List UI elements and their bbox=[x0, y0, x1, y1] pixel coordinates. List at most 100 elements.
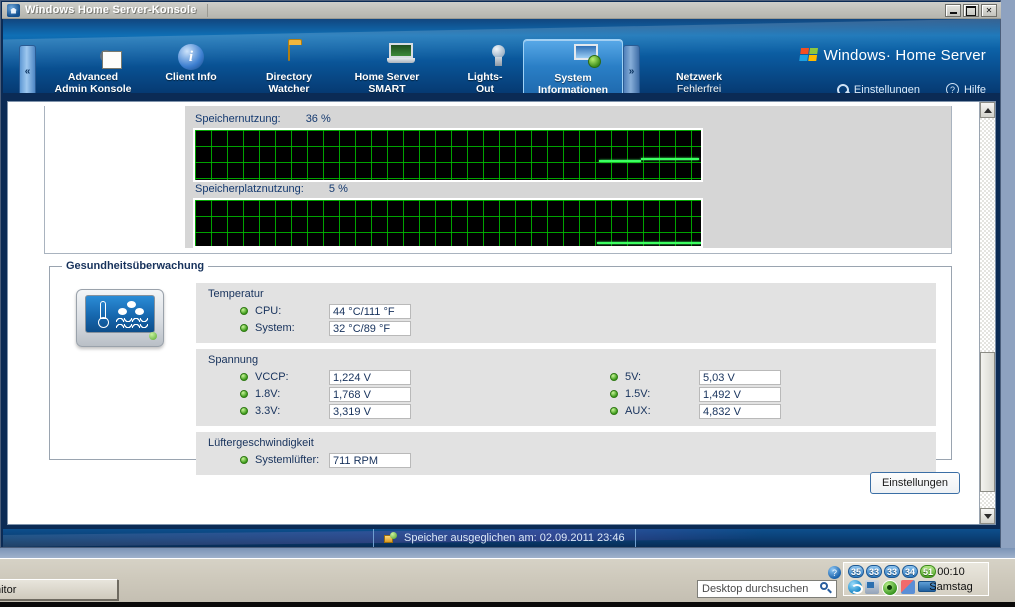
memory-usage-value: 36 % bbox=[306, 113, 331, 125]
status-led-icon bbox=[610, 407, 618, 415]
chevron-right-icon: » bbox=[629, 66, 635, 77]
status-led-icon bbox=[240, 307, 248, 315]
sync-icon[interactable] bbox=[848, 580, 862, 594]
application-window: Windows Home Server-Konsole ✕ « » Advanc… bbox=[0, 0, 1001, 548]
status-led-icon bbox=[610, 390, 618, 398]
scrollbar-thumb[interactable] bbox=[980, 352, 995, 492]
help-link[interactable]: ? Hilfe bbox=[946, 83, 986, 93]
question-icon: ? bbox=[946, 83, 959, 93]
section-column-left: VCCP: 1,224 V 1.8V: 1,768 V bbox=[196, 369, 566, 420]
status-storage-cell: Speicher ausgeglichen am: 02.09.2011 23:… bbox=[373, 529, 636, 547]
minimize-button[interactable] bbox=[945, 4, 961, 17]
health-row-value: 1,224 V bbox=[329, 370, 411, 385]
search-placeholder: Desktop durchsuchen bbox=[698, 583, 818, 595]
health-row-label: 1.8V: bbox=[255, 388, 329, 400]
main-toolbar: « » Advanced Admin Konsole i Client Info… bbox=[3, 19, 1000, 93]
chart-grid bbox=[195, 130, 701, 180]
network-icon[interactable] bbox=[865, 580, 879, 594]
scroll-down-button[interactable] bbox=[980, 508, 995, 524]
taskbar-clock[interactable]: 00:10 Samstag bbox=[920, 565, 982, 595]
health-row-label: Systemlüfter: bbox=[255, 454, 329, 466]
health-row-label: VCCP: bbox=[255, 371, 329, 383]
chart-trace bbox=[641, 158, 699, 160]
health-section-temperatur: Temperatur CPU: 44 °C/111 °F bbox=[196, 283, 936, 343]
windows-flag-icon bbox=[799, 48, 819, 63]
toolbar-item-label: Netzwerk bbox=[676, 72, 722, 84]
status-led-icon bbox=[240, 407, 248, 415]
status-led bbox=[149, 332, 157, 340]
collapse-right-button[interactable]: » bbox=[623, 45, 640, 93]
shield-check-icon bbox=[684, 43, 714, 71]
desktop-search-box[interactable]: Desktop durchsuchen bbox=[697, 580, 837, 598]
toolbar-links: Einstellungen ? Hilfe bbox=[837, 83, 986, 93]
scroll-pane: Speichernutzung: 36 % Speicherplatznutzu… bbox=[8, 102, 980, 524]
status-led-icon bbox=[610, 373, 618, 381]
health-monitor-icon bbox=[76, 289, 164, 347]
taskbar-task-button[interactable]: us Monitor bbox=[0, 579, 118, 600]
toolbar-item-label: Home Server bbox=[355, 72, 420, 84]
chevron-left-icon: « bbox=[25, 66, 31, 77]
tray-badge[interactable]: 35 bbox=[848, 565, 864, 578]
screen-bottom-edge bbox=[0, 602, 1015, 607]
health-row: CPU: 44 °C/111 °F bbox=[196, 303, 566, 319]
vertical-scrollbar[interactable] bbox=[979, 102, 995, 524]
toolbar-item-client-info[interactable]: i Client Info bbox=[141, 41, 241, 93]
toolbar-item-advanced-admin-konsole[interactable]: Advanced Admin Konsole bbox=[43, 41, 143, 93]
toolbar-item-home-server-smart[interactable]: Home Server SMART bbox=[337, 41, 437, 93]
memory-usage-chart bbox=[193, 128, 703, 182]
health-section-luftergeschwindigkeit: Lüftergeschwindigkeit Systemlüfter: 711 … bbox=[196, 432, 936, 475]
tray-badge[interactable]: 34 bbox=[902, 565, 918, 578]
laptop-icon bbox=[372, 43, 402, 71]
magnifier-icon[interactable] bbox=[818, 581, 834, 597]
toolbar-item-label-2: Fehlerfrei bbox=[677, 84, 721, 94]
toolbar-item-label-2: Admin Konsole bbox=[54, 84, 131, 94]
health-section-spannung: Spannung VCCP: 1,224 V 1.8V: bbox=[196, 349, 936, 426]
graphs-container: Speichernutzung: 36 % Speicherplatznutzu… bbox=[185, 106, 951, 248]
multi-color-icon[interactable] bbox=[901, 580, 915, 594]
settings-link[interactable]: Einstellungen bbox=[837, 84, 920, 94]
maximize-button[interactable] bbox=[963, 4, 979, 17]
close-button[interactable]: ✕ bbox=[981, 4, 997, 17]
toolbar-item-label: Advanced bbox=[68, 72, 118, 84]
arrow-up-icon bbox=[984, 108, 992, 113]
section-title: Temperatur bbox=[208, 288, 936, 300]
health-row-label: CPU: bbox=[255, 305, 329, 317]
health-row-value: 44 °C/111 °F bbox=[329, 304, 411, 319]
health-row: System: 32 °C/89 °F bbox=[196, 320, 566, 336]
toolbar-item-netzwerk[interactable]: Netzwerk Fehlerfrei bbox=[649, 41, 749, 93]
shield-green-icon[interactable] bbox=[882, 580, 898, 596]
toolbar-item-label-2: Watcher bbox=[268, 84, 309, 94]
health-row: VCCP: 1,224 V bbox=[196, 369, 566, 385]
section-title: Lüftergeschwindigkeit bbox=[208, 437, 936, 449]
toolbar-item-lights-out[interactable]: Lights- Out bbox=[435, 41, 535, 93]
gear-checklist-icon bbox=[78, 43, 108, 71]
lightbulb-icon bbox=[470, 43, 500, 71]
brand-logo: Windows· Home Server bbox=[800, 47, 986, 64]
content-area: Speichernutzung: 36 % Speicherplatznutzu… bbox=[7, 101, 996, 525]
title-separator bbox=[207, 4, 208, 17]
health-row-value: 1,768 V bbox=[329, 387, 411, 402]
storage-balanced-icon bbox=[384, 532, 397, 544]
collapse-left-button[interactable]: « bbox=[19, 45, 36, 93]
health-row-value: 5,03 V bbox=[699, 370, 781, 385]
settings-link-label: Einstellungen bbox=[854, 84, 920, 94]
toolbar-item-label: System bbox=[554, 73, 591, 85]
health-row: Systemlüfter: 711 RPM bbox=[196, 452, 566, 468]
tray-question-icon[interactable]: ? bbox=[828, 566, 841, 579]
health-monitoring-panel: Gesundheitsüberwachung Temperatur bbox=[49, 266, 952, 460]
health-sections: Temperatur CPU: 44 °C/111 °F bbox=[196, 283, 936, 475]
toolbar-item-directory-watcher[interactable]: Directory Watcher bbox=[239, 41, 339, 93]
scrollbar-track[interactable] bbox=[980, 118, 995, 508]
tray-badge[interactable]: 33 bbox=[866, 565, 882, 578]
health-row-value: 4,832 V bbox=[699, 404, 781, 419]
settings-button[interactable]: Einstellungen bbox=[870, 472, 960, 494]
chart-trace bbox=[597, 242, 701, 244]
toolbar-item-system-informationen[interactable]: System Informationen bbox=[523, 39, 623, 93]
health-row-value: 32 °C/89 °F bbox=[329, 321, 411, 336]
brand-text: Windows· Home Server bbox=[824, 47, 986, 64]
gear-icon bbox=[837, 84, 849, 94]
window-title: Windows Home Server-Konsole bbox=[25, 4, 197, 16]
title-bar: Windows Home Server-Konsole ✕ bbox=[2, 2, 1001, 19]
tray-badge[interactable]: 33 bbox=[884, 565, 900, 578]
scroll-up-button[interactable] bbox=[980, 102, 995, 118]
